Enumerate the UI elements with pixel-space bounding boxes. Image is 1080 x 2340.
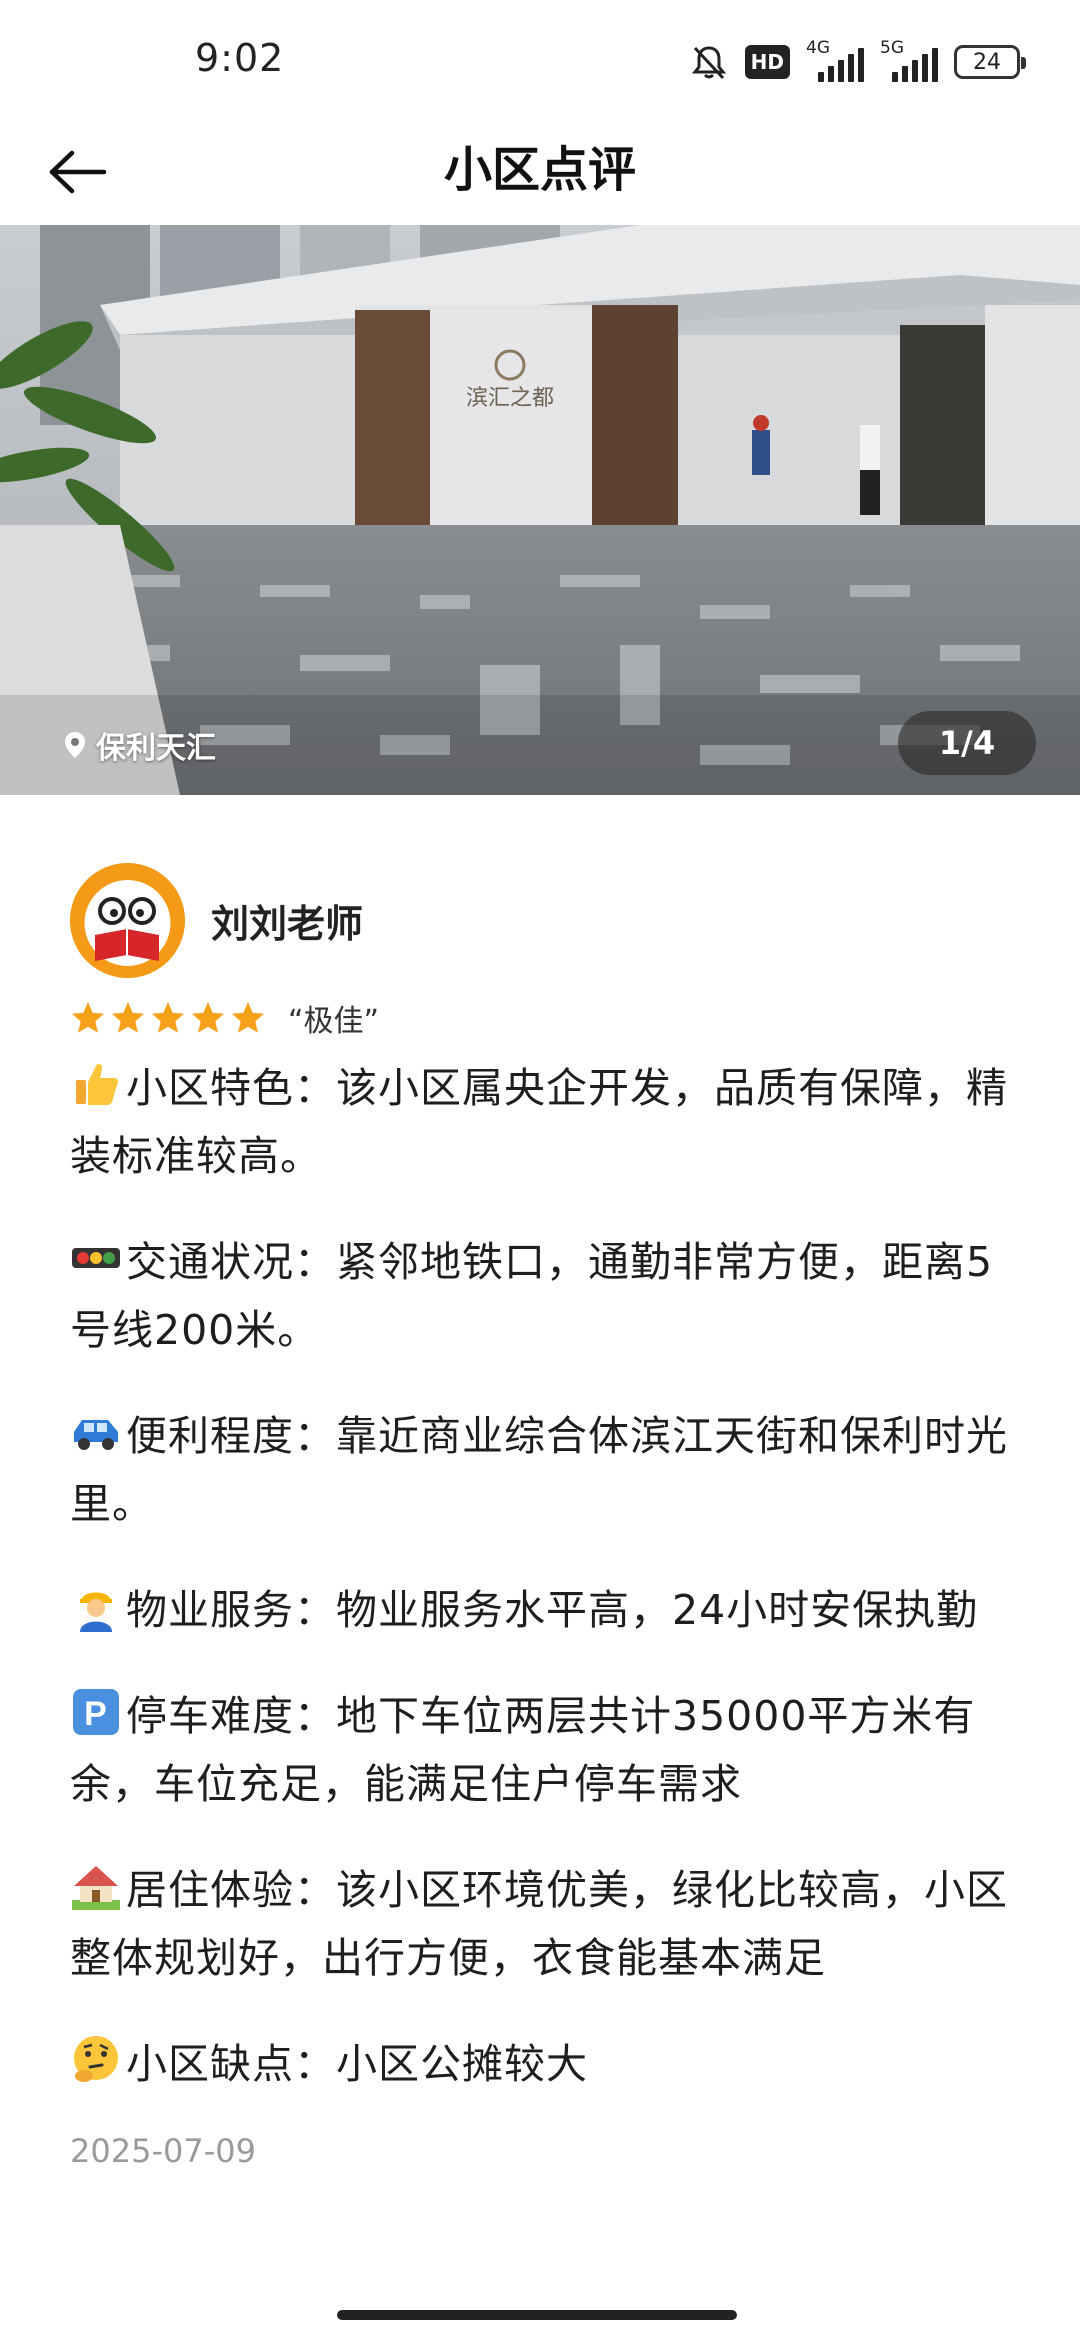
status-icons: HD 4G 5G 24	[689, 38, 1026, 84]
author-name[interactable]: 刘刘老师	[211, 893, 363, 948]
location-name: 保利天汇	[96, 731, 216, 766]
star-icon	[232, 1002, 264, 1033]
reading-face-icon	[70, 862, 185, 978]
status-bar: 9:02 HD 4G 5G 24	[0, 0, 1080, 120]
star-icon	[112, 1002, 144, 1033]
parking-icon: P	[73, 1689, 119, 1735]
photo-page-counter: 1/4	[898, 711, 1036, 775]
review-paragraph: 小区缺点：小区公摊较大	[70, 2030, 1020, 2098]
thinking-face-icon	[74, 2036, 118, 2082]
rating-label: “极佳”	[288, 1004, 380, 1039]
location-pin-icon	[65, 732, 85, 758]
svg-text:P: P	[84, 1695, 108, 1733]
star-icon	[152, 1002, 184, 1033]
community-entrance-photo: 滨汇之都	[0, 225, 1080, 795]
worker-icon	[80, 1592, 112, 1632]
top-bar: 小区点评	[0, 120, 1080, 225]
star-rating	[70, 1000, 266, 1036]
battery-level: 24	[973, 49, 1001, 75]
review-paragraph: 交通状况：紧邻地铁口，通勤非常方便，距离5号线200米。	[70, 1228, 1020, 1364]
rating-row: “极佳”	[70, 994, 1020, 1042]
review-paragraph: 小区特色：该小区属央企开发，品质有保障，精装标准较高。	[70, 1054, 1020, 1190]
review-paragraph: 物业服务：物业服务水平高，24小时安保执勤	[70, 1576, 1020, 1644]
avatar[interactable]	[70, 862, 185, 978]
review-paragraph: P 停车难度：地下车位两层共计35000平方米有余，车位充足，能满足住户停车需求	[70, 1682, 1020, 1818]
car-icon	[74, 1420, 118, 1450]
location-tag[interactable]: 保利天汇	[64, 723, 216, 767]
house-icon	[72, 1866, 120, 1910]
star-icon	[72, 1002, 104, 1033]
author-row: 刘刘老师	[70, 860, 1020, 980]
traffic-light-icon	[72, 1248, 120, 1268]
review-body: 小区特色：该小区属央企开发，品质有保障，精装标准较高。 交通状况：紧邻地铁口，通…	[70, 1054, 1020, 2098]
review-paragraph: 便利程度：靠近商业综合体滨江天街和保利时光里。	[70, 1402, 1020, 1538]
review-date: 2025-07-09	[70, 2132, 256, 2170]
thumbs-up-icon	[76, 1063, 118, 1105]
hd-badge: HD	[744, 45, 790, 79]
signal-4g-icon: 4G	[806, 38, 864, 82]
page-title: 小区点评	[443, 142, 636, 198]
review-paragraph: 居住体验：该小区环境优美，绿化比较高，小区整体规划好，出行方便，衣食能基本满足	[70, 1856, 1020, 1992]
home-indicator[interactable]	[337, 2310, 737, 2320]
review-card: 刘刘老师 “极佳” 小区特色：该小区属央企开发，品质有保障，精装标准较高。 交通…	[70, 860, 1020, 2170]
status-time: 9:02	[195, 36, 285, 80]
battery-icon: 24	[954, 45, 1026, 79]
photo-carousel[interactable]: 滨汇之都 保利天汇 1/4	[0, 225, 1080, 795]
star-icon	[192, 1002, 224, 1033]
bell-muted-icon	[691, 46, 726, 80]
building-sign: 滨汇之都	[466, 385, 554, 410]
signal-5g-icon: 5G	[880, 38, 938, 82]
